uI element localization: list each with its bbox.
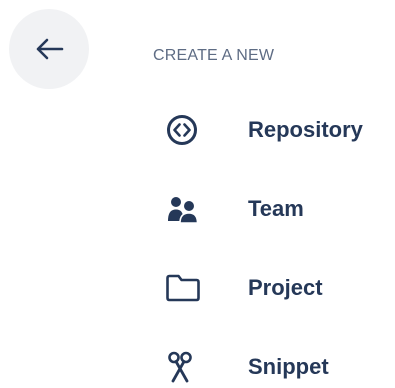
create-menu-list: Repository Team Project Snippet: [165, 104, 363, 388]
menu-item-project[interactable]: Project: [165, 262, 363, 314]
menu-item-label: Project: [248, 275, 323, 300]
team-icon: [165, 189, 215, 229]
menu-item-label: Snippet: [248, 354, 329, 379]
menu-item-snippet[interactable]: Snippet: [165, 341, 363, 388]
scissors-icon: [165, 347, 215, 387]
section-heading: CREATE A NEW: [153, 47, 275, 64]
create-menu-panel: CREATE A NEW Repository Team Project Sni…: [0, 0, 395, 388]
arrow-left-icon: [34, 37, 64, 61]
menu-item-repository[interactable]: Repository: [165, 104, 363, 156]
folder-icon: [165, 268, 215, 308]
repository-icon: [165, 110, 215, 150]
menu-item-label: Repository: [248, 117, 363, 142]
menu-item-team[interactable]: Team: [165, 183, 363, 235]
back-button[interactable]: [9, 9, 89, 89]
menu-item-label: Team: [248, 196, 304, 221]
